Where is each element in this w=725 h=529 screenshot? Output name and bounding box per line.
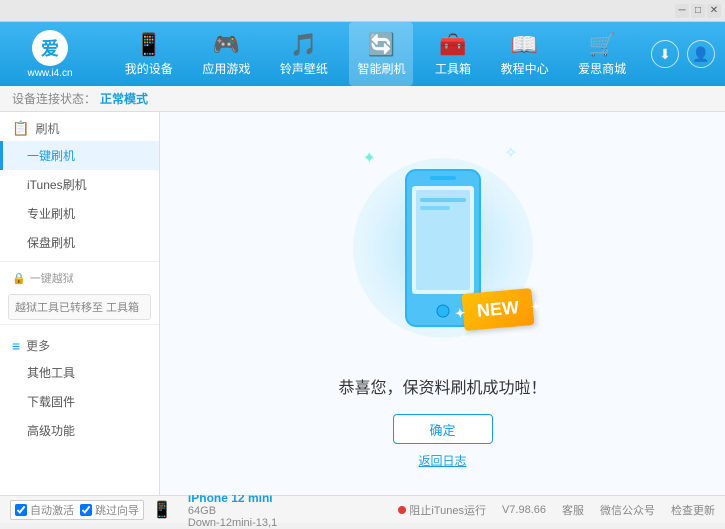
nav-label-ringtone: 铃声壁纸 [280, 60, 328, 77]
warning-text: 越狱工具已转移至 工具箱 [15, 302, 139, 314]
bottom-bar: 自动激活 跳过向导 📱 iPhone 12 mini 64GB Down-12m… [0, 495, 725, 523]
skip-wizard-checkbox[interactable]: 跳过向导 [80, 502, 139, 518]
user-button[interactable]: 👤 [687, 40, 715, 68]
nav-label-my-device: 我的设备 [125, 60, 173, 77]
jailbreak-label: 一键越狱 [30, 270, 74, 286]
sidebar-warning-box: 越狱工具已转移至 工具箱 [8, 294, 151, 320]
sidebar-section-more: ≡ 更多 [0, 329, 159, 358]
status-label: 设备连接状态： [12, 90, 96, 107]
logo-icon: 爱 [32, 30, 68, 66]
version-label: V7.98.66 [502, 504, 546, 516]
close-button[interactable]: ✕ [707, 4, 721, 18]
itunes-label: 阻止iTunes运行 [409, 502, 486, 518]
auto-activate-input[interactable] [15, 504, 27, 516]
sidebar-item-save-flash[interactable]: 保盘刷机 [0, 228, 159, 257]
sparkle-2: ✧ [504, 143, 517, 163]
bottom-right: 阻止iTunes运行 V7.98.66 客服 微信公众号 检查更新 [398, 502, 715, 518]
nav-item-ringtone[interactable]: 🎵 铃声壁纸 [272, 22, 336, 86]
header: 爱 www.i4.cn 📱 我的设备 🎮 应用游戏 🎵 铃声壁纸 🔄 智能刷机 … [0, 22, 725, 86]
sidebar-item-itunes-flash[interactable]: iTunes刷机 [0, 170, 159, 199]
nav-label-app-game: 应用游戏 [202, 60, 250, 77]
nav-icon-my-device: 📱 [135, 32, 162, 58]
itunes-status-dot [398, 506, 406, 514]
skip-wizard-input[interactable] [80, 504, 92, 516]
nav-icon-ringtone: 🎵 [290, 32, 317, 58]
sidebar-item-download-firmware[interactable]: 下载固件 [0, 387, 159, 416]
nav-label-tutorial: 教程中心 [501, 60, 549, 77]
auto-activate-label: 自动激活 [30, 502, 74, 518]
nav-item-toolbox[interactable]: 🧰 工具箱 [427, 22, 479, 86]
device-storage: 64GB [188, 505, 277, 517]
nav-item-tutorial[interactable]: 📖 教程中心 [493, 22, 557, 86]
title-bar: ─ □ ✕ [0, 0, 725, 22]
minimize-button[interactable]: ─ [675, 4, 689, 18]
customer-service-link[interactable]: 客服 [562, 502, 584, 518]
download-button[interactable]: ⬇ [651, 40, 679, 68]
sidebar-item-other-tools[interactable]: 其他工具 [0, 358, 159, 387]
main-layout: 📋 刷机 一键刷机 iTunes刷机 专业刷机 保盘刷机 🔒 一键越狱 越狱工具… [0, 112, 725, 495]
more-section-icon: ≡ [12, 338, 20, 354]
sparkle-1: ✦ [363, 148, 376, 168]
success-text: 恭喜您，保资料刷机成功啦！ [338, 374, 546, 398]
phone-illustration: ✦ ✧ NEW [343, 138, 543, 358]
sidebar-item-pro-flash[interactable]: 专业刷机 [0, 199, 159, 228]
nav-label-toolbox: 工具箱 [435, 60, 471, 77]
flash-section-icon: 📋 [12, 120, 29, 137]
sidebar-item-advanced[interactable]: 高级功能 [0, 416, 159, 445]
nav-item-smart-flash[interactable]: 🔄 智能刷机 [349, 22, 413, 86]
wechat-official-link[interactable]: 微信公众号 [600, 502, 655, 518]
logo-area: 爱 www.i4.cn [0, 22, 100, 86]
device-phone-icon: 📱 [152, 500, 172, 520]
flash-section-label: 刷机 [35, 120, 59, 137]
auto-activate-checkbox[interactable]: 自动激活 [15, 502, 74, 518]
nav-icon-toolbox: 🧰 [439, 32, 466, 58]
more-section-label: 更多 [26, 337, 50, 354]
maximize-button[interactable]: □ [691, 4, 705, 18]
nav-icon-app-game: 🎮 [213, 32, 240, 58]
nav-bar: 📱 我的设备 🎮 应用游戏 🎵 铃声壁纸 🔄 智能刷机 🧰 工具箱 📖 教程中心… [100, 22, 651, 86]
new-badge: NEW [461, 288, 534, 331]
sidebar-section-flash: 📋 刷机 [0, 112, 159, 141]
skip-wizard-label: 跳过向导 [95, 502, 139, 518]
logo-text: www.i4.cn [27, 68, 72, 79]
sidebar: 📋 刷机 一键刷机 iTunes刷机 专业刷机 保盘刷机 🔒 一键越狱 越狱工具… [0, 112, 160, 495]
nav-icon-smart-flash: 🔄 [368, 32, 395, 58]
header-actions: ⬇ 👤 [651, 40, 725, 68]
nav-item-app-game[interactable]: 🎮 应用游戏 [194, 22, 258, 86]
nav-icon-tutorial: 📖 [511, 32, 538, 58]
nav-item-shop[interactable]: 🛒 爱思商城 [570, 22, 634, 86]
back-link[interactable]: 返回日志 [418, 452, 466, 469]
check-update-link[interactable]: 检查更新 [671, 502, 715, 518]
nav-icon-shop: 🛒 [588, 32, 615, 58]
confirm-button[interactable]: 确定 [393, 414, 493, 444]
sidebar-jailbreak-section: 🔒 一键越狱 [0, 266, 159, 290]
status-value: 正常模式 [100, 90, 148, 107]
itunes-status[interactable]: 阻止iTunes运行 [398, 502, 486, 518]
sidebar-item-one-key-flash[interactable]: 一键刷机 [0, 141, 159, 170]
nav-label-shop: 爱思商城 [578, 60, 626, 77]
main-content: ✦ ✧ NEW 恭喜您，保资料刷机成功啦！ 确定 返回日志 [160, 112, 725, 495]
nav-item-my-device[interactable]: 📱 我的设备 [117, 22, 181, 86]
sidebar-divider-1 [0, 261, 159, 262]
nav-label-smart-flash: 智能刷机 [357, 60, 405, 77]
lock-icon: 🔒 [12, 272, 26, 285]
status-bar: 设备连接状态： 正常模式 [0, 86, 725, 112]
sidebar-divider-2 [0, 324, 159, 325]
